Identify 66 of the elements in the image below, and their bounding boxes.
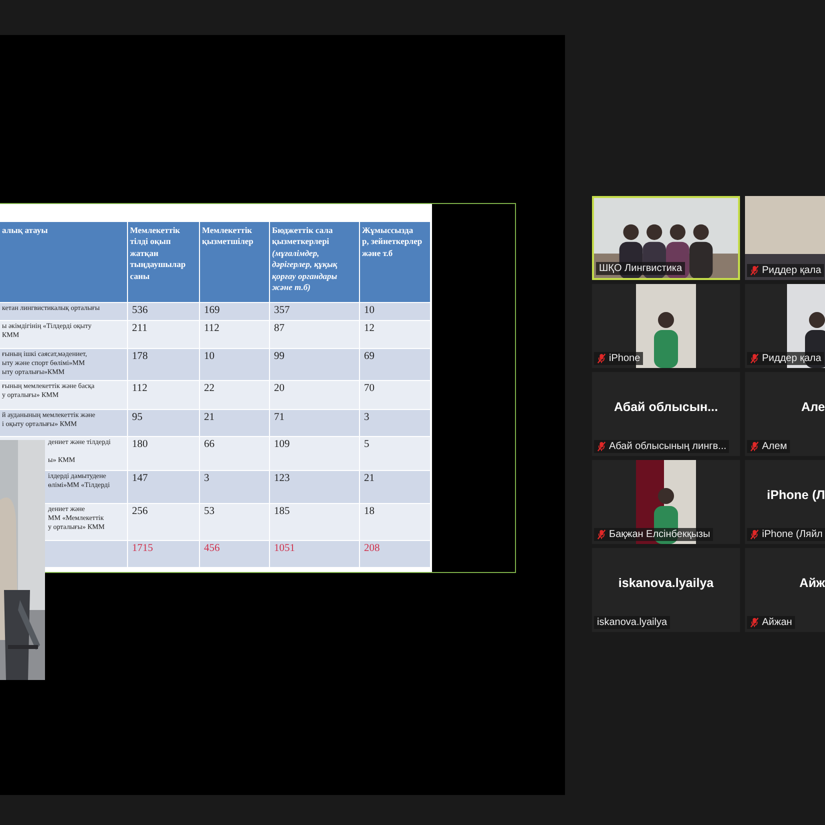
participant-name: iPhone (Л [766, 488, 825, 502]
participant-tile[interactable]: iskanova.lyailya iskanova.lyailya [592, 548, 740, 632]
participant-name: Бақжан Елсінбекқызы [609, 529, 710, 540]
table-cell: 18 [360, 504, 430, 540]
table-cell: 20 [270, 380, 360, 410]
participant-name: Алем [762, 441, 787, 452]
table-cell: 211 [128, 320, 200, 348]
participant-tile[interactable]: Бақжан Елсінбекқызы [592, 460, 740, 544]
participant-name: Риддер қала [762, 353, 822, 364]
table-cell: 112 [200, 320, 270, 348]
table-cell: 256 [128, 504, 200, 540]
table-cell: 208 [360, 540, 430, 567]
table-cell: 5 [360, 436, 430, 470]
table-header-cell: Жұмыссызда р, зейнеткерлер және т.б [360, 222, 430, 302]
table-cell: 22 [200, 380, 270, 410]
participant-tile[interactable]: iPhone (Л iPhone (Ляйл [745, 460, 825, 544]
table-cell: 1715 [128, 540, 200, 567]
table-cell: 99 [270, 348, 360, 380]
table-cell: 71 [270, 410, 360, 436]
participant-tile[interactable]: Абай облысын... Абай облысының лингв... [592, 372, 740, 456]
table-header-cell: алық атауы [0, 222, 128, 302]
table-cell: 53 [200, 504, 270, 540]
table-cell: 70 [360, 380, 430, 410]
table-header-cell: Мемлекеттік қызметшілер [200, 222, 270, 302]
participant-tile[interactable]: Але Алем [745, 372, 825, 456]
participant-name: iskanova.lyailya [597, 617, 668, 628]
participant-tile[interactable]: iPhone [592, 284, 740, 368]
table-cell: 10 [360, 302, 430, 320]
table-cell: 10 [200, 348, 270, 380]
table-cell: 3 [200, 470, 270, 504]
table-cell: 147 [128, 470, 200, 504]
participant-name: Абай облысының лингв... [609, 441, 726, 452]
table-header-cell: Мемлекеттік тілді оқып жатқан тыңдаушылар саны [128, 222, 200, 302]
participant-name: Але [801, 400, 825, 414]
table-cell: 21 [360, 470, 430, 504]
table-cell: 21 [200, 410, 270, 436]
table-cell: 169 [200, 302, 270, 320]
participant-tile[interactable]: ШҚО Лингвистика [592, 196, 740, 280]
participant-tile[interactable]: Айж Айжан [745, 548, 825, 632]
participant-name: iskanova.lyailya [618, 576, 714, 590]
table-cell: 456 [200, 540, 270, 567]
table-cell: 3 [360, 410, 430, 436]
table-cell: 112 [128, 380, 200, 410]
table-cell: 1051 [270, 540, 360, 567]
table-cell: 357 [270, 302, 360, 320]
table-cell: 12 [360, 320, 430, 348]
table-cell: 95 [128, 410, 200, 436]
participant-tile[interactable]: Риддер қала [745, 284, 825, 368]
participant-tile[interactable]: Риддер қала [745, 196, 825, 280]
participant-name: Абай облысын... [614, 400, 718, 414]
table-cell: 178 [128, 348, 200, 380]
participant-name: Риддер қала [762, 265, 822, 276]
table-cell: 123 [270, 470, 360, 504]
table-cell: 109 [270, 436, 360, 470]
participant-name: iPhone (Ляйл [762, 529, 823, 540]
table-cell: 66 [200, 436, 270, 470]
participant-name: Айж [799, 576, 825, 590]
table-cell: 87 [270, 320, 360, 348]
table-cell: 69 [360, 348, 430, 380]
participant-name: iPhone [609, 353, 640, 364]
table-cell: 536 [128, 302, 200, 320]
table-cell: 185 [270, 504, 360, 540]
participant-name: Айжан [762, 617, 792, 628]
table-header-cell: Бюджеттік сала қызметкерлері (мұғалімдер, дәрігерлер, құқық қорғау органдары және т.б) [270, 222, 360, 302]
participant-name: ШҚО Лингвистика [599, 263, 682, 274]
table-cell: 180 [128, 436, 200, 470]
